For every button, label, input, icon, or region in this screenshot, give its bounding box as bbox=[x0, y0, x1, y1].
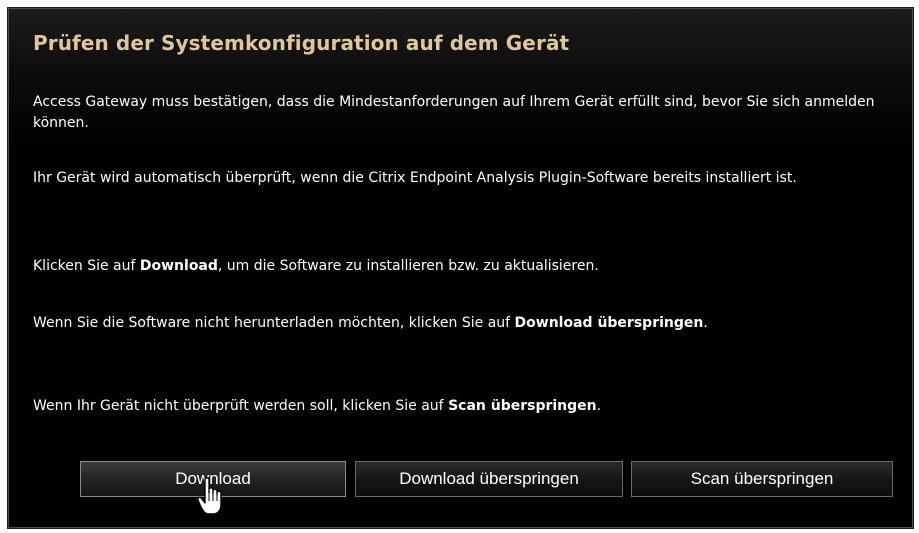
paragraph-skip-scan-text-before: Wenn Ihr Gerät nicht überprüft werden so… bbox=[33, 398, 449, 414]
paragraph-download-info: Klicken Sie auf Download, um die Softwar… bbox=[33, 256, 893, 277]
paragraph-skip-download-text-after: . bbox=[703, 315, 708, 331]
hand-pointer-icon bbox=[197, 477, 222, 515]
paragraph-auto-check: Ihr Gerät wird automatisch überprüft, we… bbox=[33, 170, 797, 186]
system-check-dialog: Prüfen der Systemkonfiguration auf dem G… bbox=[7, 7, 914, 529]
paragraph-skip-scan-info: Wenn Ihr Gerät nicht überprüft werden so… bbox=[33, 396, 893, 417]
paragraph-download-bold: Download bbox=[139, 258, 218, 274]
dialog-title: Prüfen der Systemkonfiguration auf dem G… bbox=[33, 31, 570, 55]
paragraph-skip-download-info: Wenn Sie die Software nicht herunterlade… bbox=[33, 313, 893, 334]
paragraph-skip-download-bold: Download überspringen bbox=[514, 315, 704, 331]
paragraph-download-text-before: Klicken Sie auf bbox=[33, 258, 140, 274]
paragraph-skip-scan-text-after: . bbox=[596, 398, 602, 414]
paragraph-requirements: Access Gateway muss bestätigen, dass die… bbox=[33, 94, 875, 131]
paragraph-skip-download-text-before: Wenn Sie die Software nicht herunterlade… bbox=[33, 315, 515, 331]
skip-download-button[interactable]: Download überspringen bbox=[355, 461, 623, 497]
paragraph-skip-scan-bold: Scan überspringen bbox=[448, 398, 597, 414]
paragraph-download-text-after: , um die Software zu installieren bzw. z… bbox=[217, 258, 599, 274]
skip-scan-button[interactable]: Scan überspringen bbox=[631, 461, 893, 497]
